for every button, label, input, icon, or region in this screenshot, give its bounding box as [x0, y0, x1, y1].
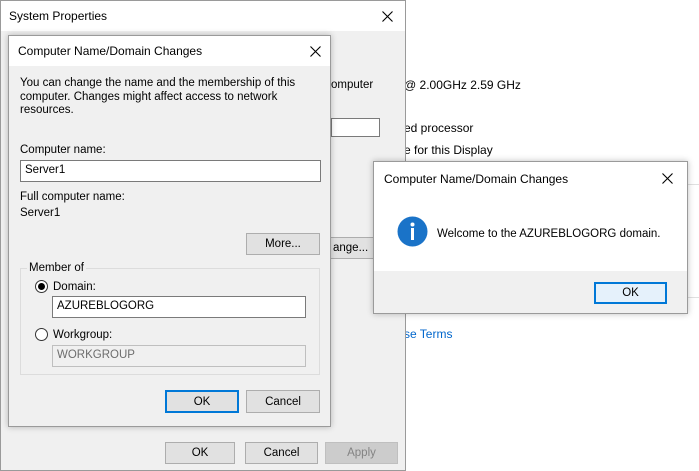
- workgroup-input: WORKGROUP: [52, 345, 306, 367]
- processor-type-text: ed processor: [404, 121, 474, 135]
- computer-name-input[interactable]: Server1: [20, 160, 321, 182]
- domain-label: Domain:: [53, 281, 96, 293]
- ok-button[interactable]: OK: [165, 390, 239, 413]
- domain-radio[interactable]: [35, 280, 48, 293]
- change-button[interactable]: ange...: [330, 237, 377, 259]
- apply-button: Apply: [325, 442, 398, 464]
- full-name-value: Server1: [20, 207, 61, 219]
- close-button[interactable]: [369, 1, 405, 31]
- close-icon: [381, 10, 393, 22]
- member-of-label: Member of: [27, 262, 86, 274]
- more-button[interactable]: More...: [246, 233, 320, 255]
- workgroup-radio[interactable]: [35, 328, 48, 341]
- workgroup-label: Workgroup:: [53, 329, 113, 341]
- close-button[interactable]: [300, 36, 330, 66]
- close-icon: [661, 172, 673, 184]
- computer-description-fragment: omputer: [331, 79, 374, 91]
- license-terms-link[interactable]: se Terms: [404, 327, 452, 341]
- ok-button[interactable]: OK: [594, 282, 667, 304]
- cancel-button[interactable]: Cancel: [245, 442, 318, 464]
- cancel-button[interactable]: Cancel: [246, 390, 320, 413]
- close-button[interactable]: [647, 162, 687, 194]
- domain-input[interactable]: AZUREBLOGORG: [52, 296, 306, 318]
- close-icon: [309, 45, 321, 57]
- pen-touch-text: e for this Display: [404, 143, 493, 157]
- dialog-title: Computer Name/Domain Changes: [18, 44, 203, 58]
- cpu-speed-text: @ 2.00GHz 2.59 GHz: [404, 78, 521, 92]
- name-domain-dialog: Computer Name/Domain Changes You can cha…: [8, 35, 331, 427]
- description-text: You can change the name and the membersh…: [20, 77, 296, 116]
- window-title: System Properties: [9, 9, 108, 23]
- message-area: Welcome to the AZUREBLOGORG domain.: [374, 194, 687, 271]
- description-field[interactable]: [331, 118, 380, 137]
- ok-button[interactable]: OK: [165, 442, 235, 464]
- system-properties-titlebar: System Properties: [1, 1, 405, 31]
- computer-name-label: Computer name:: [20, 144, 106, 156]
- info-icon: [397, 216, 428, 250]
- dialog-title: Computer Name/Domain Changes: [384, 172, 569, 186]
- full-name-label: Full computer name:: [20, 191, 125, 203]
- welcome-dialog: Computer Name/Domain Changes Welcome to …: [373, 161, 688, 314]
- welcome-titlebar: Computer Name/Domain Changes: [374, 162, 687, 194]
- name-domain-titlebar: Computer Name/Domain Changes: [9, 36, 330, 66]
- welcome-message: Welcome to the AZUREBLOGORG domain.: [437, 228, 661, 240]
